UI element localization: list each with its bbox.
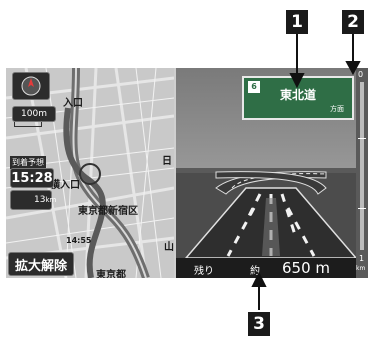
approx-label: 約 bbox=[250, 266, 260, 277]
route-time: 14:55 bbox=[66, 236, 92, 245]
map-label-yama: 山 bbox=[164, 242, 174, 253]
navigation-screen: 入口 日 東京都新宿区 山 東京都 横入口 100 m 到着予想 15:28 1… bbox=[6, 68, 368, 278]
compass-icon bbox=[21, 76, 41, 96]
distance-small-value: 13 bbox=[34, 195, 46, 205]
scale-bottom-unit: km bbox=[356, 265, 366, 272]
scale-track bbox=[360, 82, 364, 250]
map-view[interactable]: 入口 日 東京都新宿区 山 東京都 横入口 100 m 到着予想 15:28 1… bbox=[6, 68, 174, 278]
route-number-badge: 6 bbox=[248, 81, 260, 93]
direction-sign: 6 東北道 方面 bbox=[242, 76, 354, 120]
arrival-time-value: 15:28 bbox=[11, 170, 53, 186]
remaining-label: 残り bbox=[194, 266, 214, 277]
scale-bottom-number: 1 bbox=[359, 254, 365, 263]
callout-1: 1 bbox=[286, 10, 308, 34]
map-label-entrance: 入口 bbox=[63, 98, 83, 109]
map-label-shinjuku: 東京都新宿区 bbox=[78, 206, 138, 217]
distance-scale: 0 1 km bbox=[356, 68, 368, 278]
callout-3: 3 bbox=[248, 312, 270, 336]
map-label-hi: 日 bbox=[162, 156, 172, 167]
sign-direction: 方面 bbox=[330, 105, 344, 113]
zoom-release-label: 拡大解除 bbox=[14, 258, 67, 274]
remaining-distance-small: 13 km bbox=[10, 190, 56, 210]
map-scale-unit: m bbox=[38, 109, 47, 119]
map-scale-value: 100 bbox=[21, 109, 39, 119]
zoom-release-button[interactable]: 拡大解除 bbox=[8, 252, 74, 276]
junction-guide-view: 6 東北道 方面 残り 約 650 m 0 1 km bbox=[176, 68, 368, 278]
scale-top-label: 0 bbox=[358, 70, 364, 79]
scale-bar bbox=[14, 122, 42, 127]
arrival-time: 15:28 bbox=[10, 168, 54, 188]
scale-tick bbox=[358, 208, 366, 209]
remaining-distance-bar: 残り 約 650 m bbox=[176, 258, 356, 278]
remaining-distance-value: 650 m bbox=[282, 259, 331, 277]
distance-small-unit: km bbox=[45, 196, 57, 204]
map-label-tokyo: 東京都 bbox=[96, 270, 126, 278]
compass-button[interactable] bbox=[12, 72, 50, 100]
scale-tick bbox=[358, 138, 366, 139]
callout-2: 2 bbox=[342, 10, 364, 34]
map-label-yoko-entrance: 横入口 bbox=[50, 180, 80, 191]
map-scale[interactable]: 100 m bbox=[12, 106, 56, 122]
sign-destination: 東北道 bbox=[280, 88, 317, 102]
